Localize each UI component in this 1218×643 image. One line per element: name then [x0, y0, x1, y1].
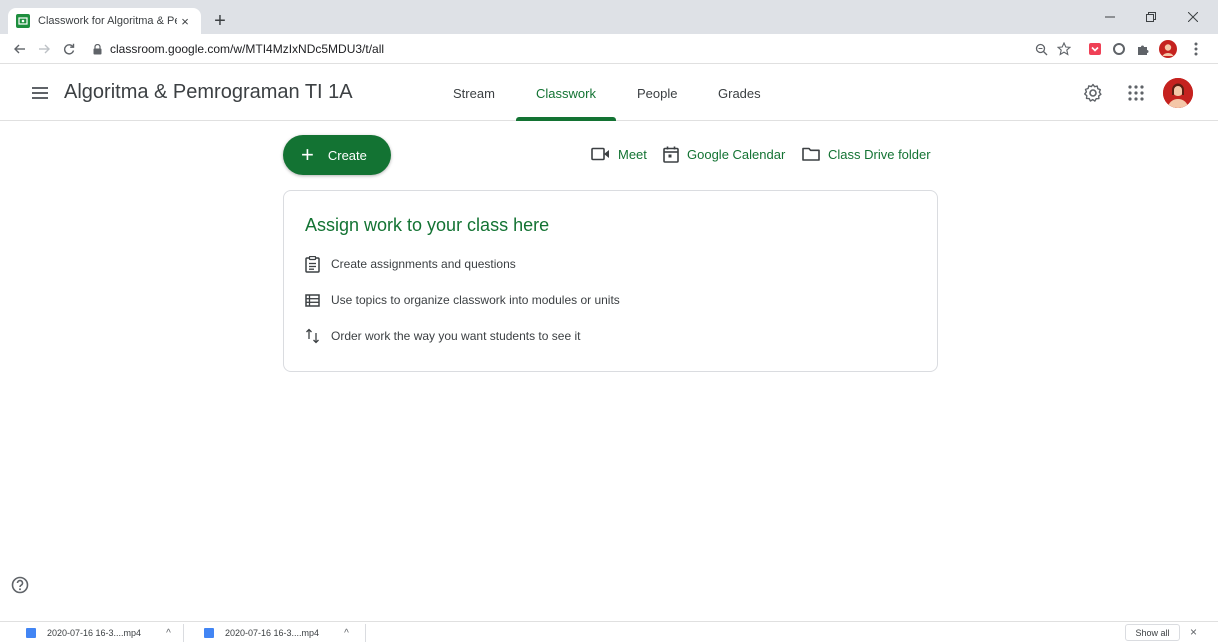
download-divider	[183, 624, 184, 642]
card-row-order: Order work the way you want students to …	[305, 326, 580, 346]
plus-icon: +	[301, 142, 314, 167]
settings-gear-icon[interactable]	[1081, 81, 1105, 105]
back-arrow-icon[interactable]	[8, 37, 32, 61]
close-shelf-icon[interactable]: ×	[1190, 625, 1197, 639]
tab-close-icon[interactable]: ×	[177, 13, 193, 29]
topic-list-icon	[305, 293, 320, 307]
assign-work-card: Assign work to your class here Create as…	[283, 190, 938, 372]
card-title: Assign work to your class here	[305, 215, 550, 235]
help-icon[interactable]	[11, 576, 29, 594]
meet-label: Meet	[618, 146, 647, 162]
active-tab-indicator	[516, 117, 616, 121]
assignment-icon	[305, 255, 320, 273]
tab-stream[interactable]: Stream	[453, 65, 495, 121]
url-text: classroom.google.com/w/MTI4MzIxNDc5MDU3/…	[110, 42, 385, 56]
create-button-label: Create	[327, 147, 367, 163]
tab-people[interactable]: People	[637, 65, 677, 121]
restore-icon[interactable]	[1134, 4, 1168, 30]
address-bar[interactable]: classroom.google.com/w/MTI4MzIxNDc5MDU3/…	[93, 38, 1153, 60]
close-window-icon[interactable]	[1176, 4, 1210, 30]
class-title[interactable]: Algoritma & Pemrograman TI 1A	[64, 81, 353, 104]
folder-icon	[802, 147, 820, 161]
show-all-button[interactable]: Show all	[1125, 624, 1180, 641]
chevron-up-icon[interactable]: ^	[344, 628, 349, 639]
bookmark-star-icon[interactable]	[1055, 40, 1073, 58]
download-divider	[365, 624, 366, 642]
account-avatar[interactable]	[1163, 78, 1193, 108]
meet-link[interactable]: Meet	[591, 143, 647, 165]
video-file-icon	[26, 628, 36, 638]
lock-icon	[93, 43, 102, 55]
minimize-icon[interactable]	[1093, 4, 1127, 30]
card-row-text: Create assignments and questions	[331, 257, 516, 271]
card-row-assignments: Create assignments and questions	[305, 254, 516, 274]
calendar-icon	[663, 146, 679, 163]
zoom-icon[interactable]	[1032, 40, 1050, 58]
download-shelf: 2020-07-16 16-3....mp4 ^ 2020-07-16 16-3…	[0, 621, 1218, 643]
reorder-icon	[306, 328, 319, 344]
extension-circle-icon[interactable]	[1110, 40, 1128, 58]
browser-tab[interactable]: Classwork for Algoritma & Pemrog ×	[8, 8, 201, 34]
tab-grades[interactable]: Grades	[718, 65, 761, 121]
browser-tab-title: Classwork for Algoritma & Pemrog	[38, 15, 177, 27]
tab-classwork[interactable]: Classwork	[536, 65, 596, 121]
download-filename: 2020-07-16 16-3....mp4	[47, 628, 142, 638]
browser-tab-strip: Classwork for Algoritma & Pemrog × +	[0, 0, 1218, 34]
create-button[interactable]: + Create	[283, 135, 391, 175]
browser-toolbar: classroom.google.com/w/MTI4MzIxNDc5MDU3/…	[0, 34, 1218, 64]
chevron-up-icon[interactable]: ^	[166, 628, 171, 639]
new-tab-button[interactable]: +	[208, 9, 232, 33]
classroom-favicon-icon	[16, 14, 30, 28]
google-calendar-label: Google Calendar	[687, 146, 786, 162]
browser-menu-icon[interactable]	[1187, 40, 1205, 58]
card-row-topics: Use topics to organize classwork into mo…	[305, 290, 620, 310]
download-item[interactable]: 2020-07-16 16-3....mp4 ^	[26, 624, 171, 642]
extension-pocket-icon[interactable]	[1086, 40, 1104, 58]
reload-icon[interactable]	[57, 37, 81, 61]
card-row-text: Use topics to organize classwork into mo…	[331, 293, 620, 307]
classroom-header: Algoritma & Pemrograman TI 1A Stream Cla…	[0, 65, 1218, 121]
download-item[interactable]: 2020-07-16 16-3....mp4 ^	[204, 624, 349, 642]
card-row-text: Order work the way you want students to …	[331, 329, 581, 343]
extensions-puzzle-icon[interactable]	[1134, 40, 1152, 58]
video-file-icon	[204, 628, 214, 638]
forward-arrow-icon[interactable]	[32, 37, 56, 61]
main-menu-icon[interactable]	[28, 81, 52, 105]
download-filename: 2020-07-16 16-3....mp4	[225, 628, 320, 638]
class-drive-folder-link[interactable]: Class Drive folder	[802, 143, 931, 165]
class-drive-folder-label: Class Drive folder	[828, 146, 931, 162]
google-calendar-link[interactable]: Google Calendar	[663, 143, 785, 165]
video-camera-icon	[591, 147, 609, 161]
profile-avatar-icon[interactable]	[1159, 40, 1177, 58]
apps-grid-icon[interactable]	[1124, 81, 1148, 105]
